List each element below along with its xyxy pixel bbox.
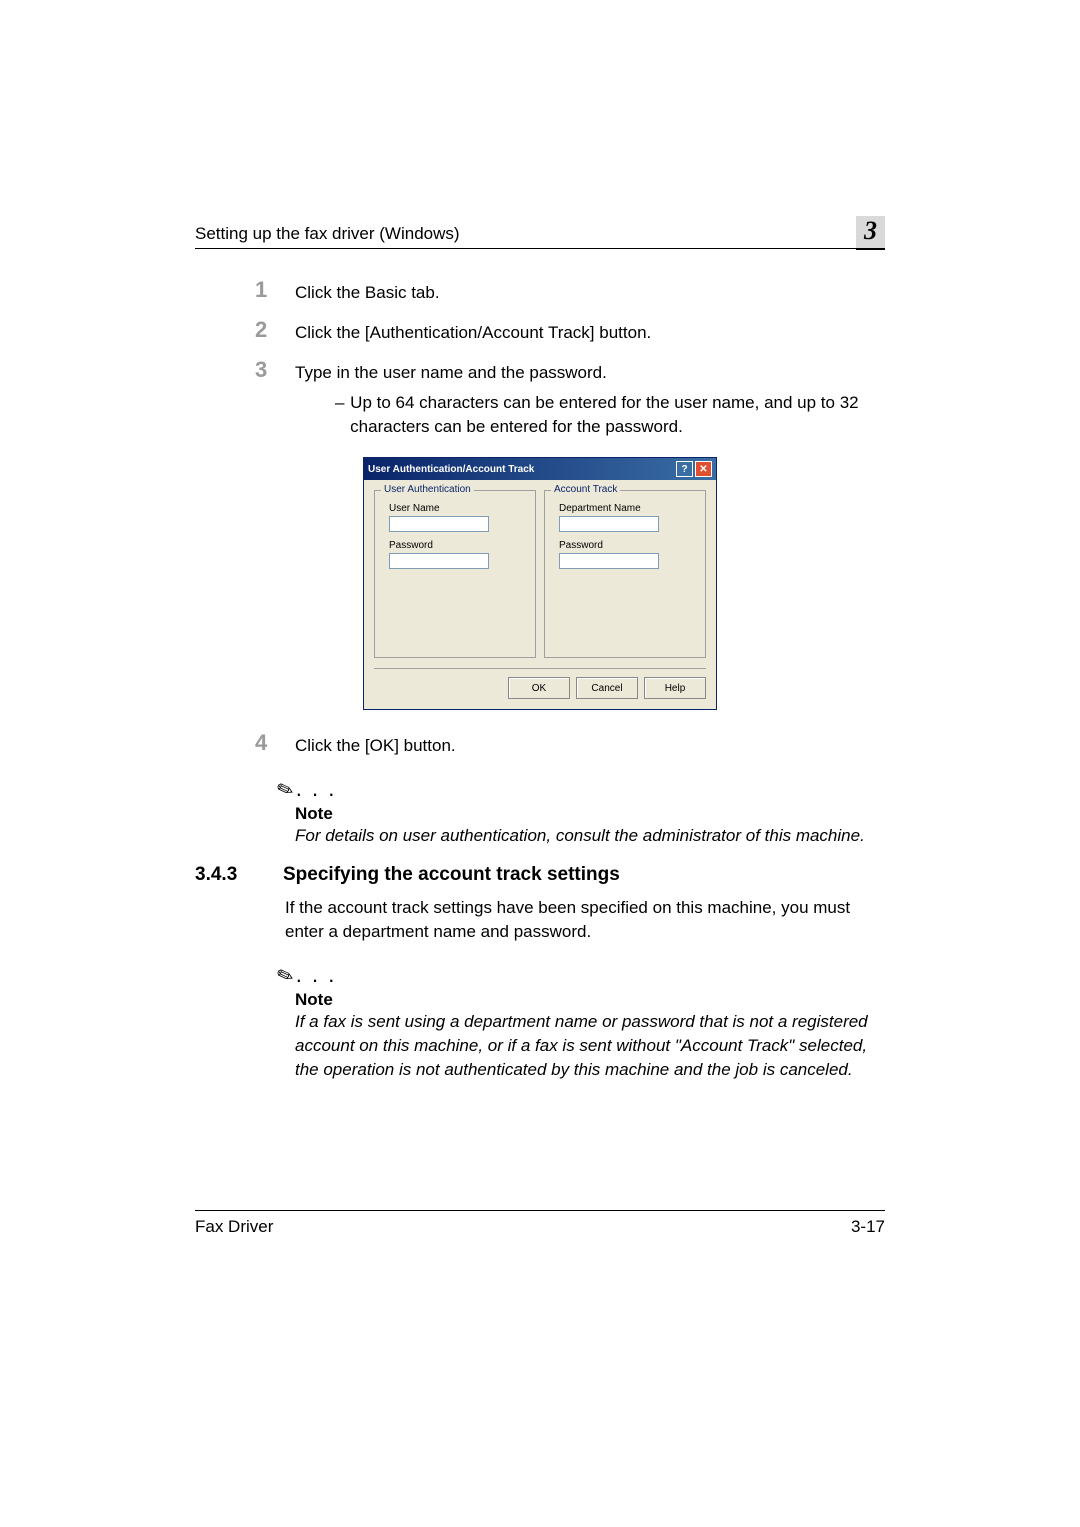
- step-text: Click the Basic tab.: [295, 279, 885, 305]
- step-number: 2: [255, 319, 295, 345]
- note-text: For details on user authentication, cons…: [295, 824, 885, 848]
- note-block-1: ✎. . . Note For details on user authenti…: [295, 776, 885, 848]
- step-3: 3 Type in the user name and the password…: [255, 359, 885, 439]
- group-legend: User Authentication: [381, 484, 474, 495]
- step-text-main: Type in the user name and the password.: [295, 363, 607, 382]
- auth-dialog: User Authentication/Account Track ? ✕ Us…: [363, 457, 717, 710]
- username-label: User Name: [389, 503, 527, 514]
- titlebar-buttons: ? ✕: [676, 461, 712, 477]
- section-number: 3.4.3: [195, 864, 283, 886]
- dialog-button-row: OK Cancel Help: [364, 669, 716, 709]
- section-heading: 3.4.3Specifying the account track settin…: [195, 864, 885, 886]
- page: Setting up the fax driver (Windows) 3 1 …: [0, 0, 1080, 1082]
- step-sub-bullet: – Up to 64 characters can be entered for…: [335, 391, 885, 439]
- note-icon-row: ✎. . .: [277, 776, 885, 802]
- dept-password-label: Password: [559, 540, 697, 551]
- section-title: Specifying the account track settings: [283, 864, 620, 885]
- chapter-number: 3: [864, 216, 877, 245]
- dialog-body: User Authentication User Name Password A…: [364, 480, 716, 668]
- help-icon[interactable]: ?: [676, 461, 693, 477]
- username-input[interactable]: [389, 516, 489, 532]
- step-number: 4: [255, 732, 295, 758]
- header-title: Setting up the fax driver (Windows): [195, 224, 460, 244]
- footer-right: 3-17: [851, 1217, 885, 1237]
- group-legend: Account Track: [551, 484, 620, 495]
- help-button[interactable]: Help: [644, 677, 706, 699]
- step-sub-text: Up to 64 characters can be entered for t…: [350, 391, 885, 439]
- department-label: Department Name: [559, 503, 697, 514]
- dots-icon: . . .: [296, 962, 337, 987]
- dialog-titlebar: User Authentication/Account Track ? ✕: [364, 458, 716, 480]
- close-icon[interactable]: ✕: [695, 461, 712, 477]
- password-label: Password: [389, 540, 527, 551]
- step-number: 1: [255, 279, 295, 305]
- step-1: 1 Click the Basic tab.: [255, 279, 885, 305]
- dept-password-input[interactable]: [559, 553, 659, 569]
- ok-button[interactable]: OK: [508, 677, 570, 699]
- steps-list-cont: 4 Click the [OK] button.: [255, 732, 885, 758]
- department-input[interactable]: [559, 516, 659, 532]
- dialog-screenshot: User Authentication/Account Track ? ✕ Us…: [195, 457, 885, 710]
- password-input[interactable]: [389, 553, 489, 569]
- note-heading: Note: [295, 990, 885, 1010]
- user-auth-group: User Authentication User Name Password: [374, 490, 536, 658]
- step-4: 4 Click the [OK] button.: [255, 732, 885, 758]
- note-heading: Note: [295, 804, 885, 824]
- dots-icon: . . .: [296, 776, 337, 801]
- step-number: 3: [255, 359, 295, 439]
- step-text: Click the [OK] button.: [295, 732, 885, 758]
- steps-list: 1 Click the Basic tab. 2 Click the [Auth…: [255, 279, 885, 439]
- footer-left: Fax Driver: [195, 1217, 273, 1237]
- dialog-title-text: User Authentication/Account Track: [368, 464, 534, 475]
- dash-icon: –: [335, 391, 350, 439]
- account-track-group: Account Track Department Name Password: [544, 490, 706, 658]
- note-block-2: ✎. . . Note If a fax is sent using a dep…: [295, 962, 885, 1082]
- chapter-badge: 3: [856, 216, 885, 250]
- step-text: Click the [Authentication/Account Track]…: [295, 319, 885, 345]
- page-header: Setting up the fax driver (Windows) 3: [195, 210, 885, 249]
- step-text: Type in the user name and the password. …: [295, 359, 885, 439]
- cancel-button[interactable]: Cancel: [576, 677, 638, 699]
- page-footer: Fax Driver 3-17: [195, 1210, 885, 1237]
- note-text: If a fax is sent using a department name…: [295, 1010, 885, 1082]
- section-body: If the account track settings have been …: [285, 896, 885, 944]
- step-2: 2 Click the [Authentication/Account Trac…: [255, 319, 885, 345]
- note-icon-row: ✎. . .: [277, 962, 885, 988]
